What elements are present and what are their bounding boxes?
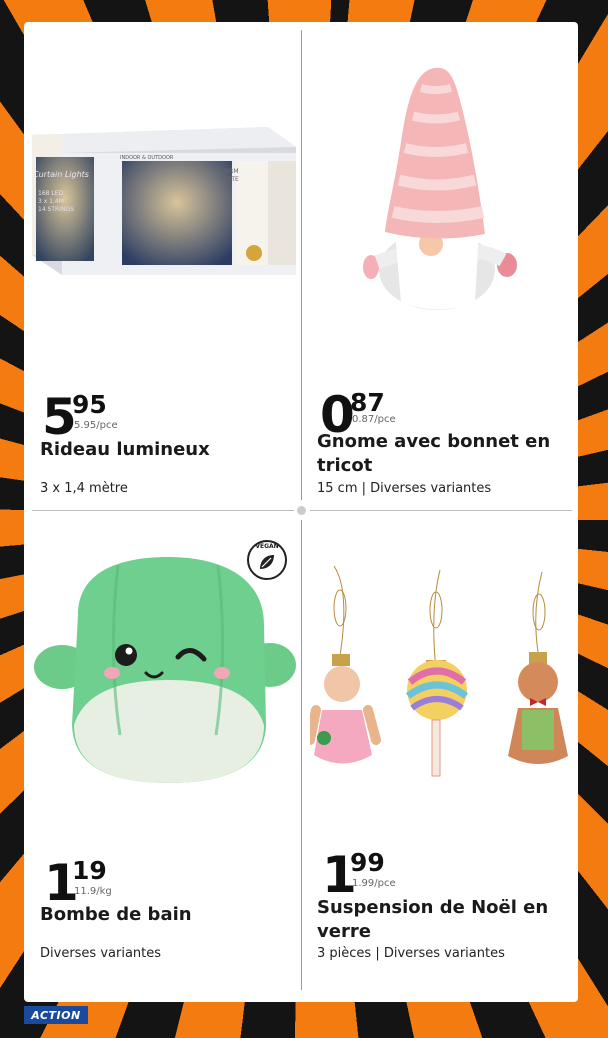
- box-script-label: Curtain Lights: [33, 170, 89, 179]
- box-top-label: INDOOR & OUTDOOR: [120, 155, 174, 161]
- product-title-gnome[interactable]: Gnome avec bonnet en tricot: [317, 430, 567, 478]
- price-decimal: 87: [350, 388, 385, 417]
- unit-price: 0.87/pce: [352, 414, 396, 425]
- product-subtitle-suspension: 3 pièces | Diverses variantes: [317, 946, 505, 961]
- price-decimal: 99: [350, 848, 385, 877]
- divider-horizontal-right: [310, 510, 572, 511]
- price-decimal: 19: [72, 856, 107, 885]
- product-subtitle-gnome: 15 cm | Diverses variantes: [317, 481, 492, 496]
- action-logo[interactable]: ACTION: [24, 1006, 88, 1024]
- divider-vertical-top: [301, 30, 302, 500]
- bath-bomb-image[interactable]: [28, 555, 300, 785]
- product-subtitle-rideau: 3 x 1,4 mètre: [40, 481, 128, 496]
- price-suspension: 1 99 1.99/pce: [322, 850, 396, 900]
- box-specs: 168 LED 3 x 1,4M 14 STRINGS: [38, 190, 74, 213]
- divider-horizontal-left: [32, 510, 294, 511]
- price-bombe: 1 19 11.9/kg: [44, 858, 112, 908]
- price-rideau: 5 95 5.95/pce: [42, 392, 118, 442]
- unit-price: 5.95/pce: [74, 420, 118, 431]
- box-color-label: WARM WHITE: [219, 168, 239, 183]
- divider-vertical-bottom: [301, 520, 302, 990]
- vegan-badge-label: VEGAN: [255, 543, 279, 550]
- unit-price: 11.9/kg: [74, 886, 112, 897]
- divider-center-dot: [297, 506, 306, 515]
- product-subtitle-bombe: Diverses variantes: [40, 946, 162, 961]
- product-title-suspension[interactable]: Suspension de Noël en verre: [317, 896, 567, 944]
- product-title-bombe[interactable]: Bombe de bain: [40, 903, 290, 927]
- price-decimal: 95: [72, 390, 107, 419]
- ornaments-image[interactable]: [310, 560, 578, 785]
- product-title-rideau[interactable]: Rideau lumineux: [40, 438, 290, 462]
- unit-price: 1.99/pce: [352, 878, 396, 889]
- gnome-image[interactable]: [355, 62, 525, 318]
